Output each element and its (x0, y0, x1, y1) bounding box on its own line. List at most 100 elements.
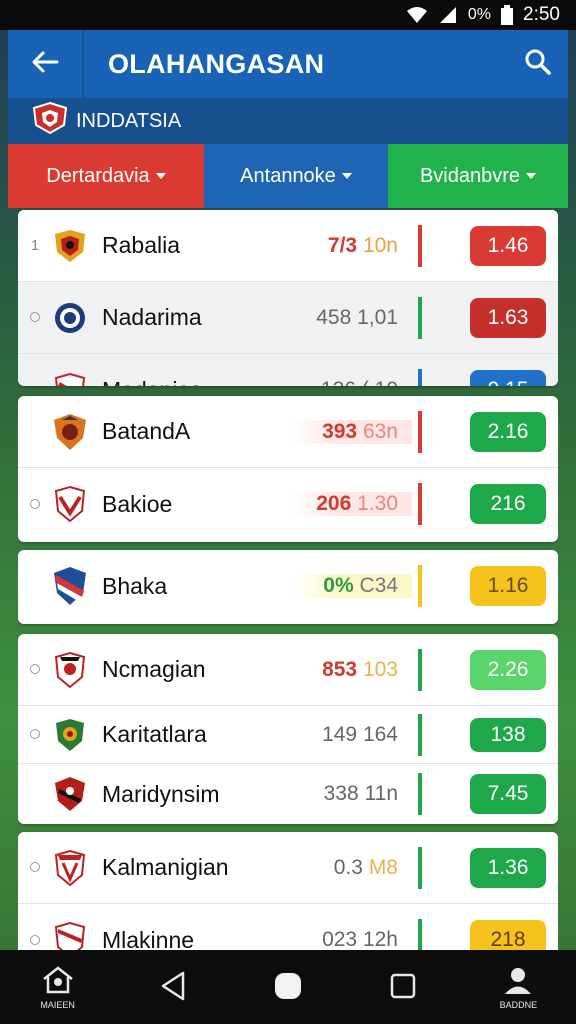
match-row[interactable]: Bakioe 206 1.30 216 (18, 468, 558, 540)
odds-button[interactable]: 138 (470, 717, 546, 752)
match-row[interactable]: Kalmanigian 0.3 M8 1.36 (18, 832, 558, 904)
page-title: OLAHANGASAN (108, 48, 325, 79)
team-name: Kalmanigian (102, 854, 229, 880)
odds-button[interactable]: 2.16 (470, 411, 546, 452)
team-name: Maridynsim (102, 780, 220, 807)
bottom-nav: MAIEEN BADDNE (0, 950, 576, 1024)
status-bar-indicator (418, 483, 422, 525)
match-card: Bhaka 0% C34 1.16 (18, 550, 558, 624)
stat-secondary: 63n (362, 419, 398, 443)
team-name: Ncmagian (102, 656, 206, 682)
league-header[interactable]: INDDATSIA (8, 98, 568, 144)
home-circle-icon (273, 971, 303, 1003)
stat-primary: 7/3 (327, 233, 358, 257)
odds-button[interactable]: 1.46 (470, 225, 546, 266)
radio-indicator (18, 859, 52, 876)
match-list[interactable]: 1 Rabalia 7/3 10n 1.46 Nadarima 458 1,01 (18, 208, 558, 950)
stat-secondary: 164 (362, 722, 398, 746)
team-name: Rabalia (102, 232, 180, 258)
match-stats: 853 103 (292, 658, 412, 682)
odds-button[interactable]: 9.15 (470, 370, 546, 386)
match-rank: 1 (30, 237, 40, 254)
match-stats: 023 12h (292, 928, 412, 950)
match-row[interactable]: Mlakinne 023 12h 218 (18, 904, 558, 950)
chevron-down-icon (341, 173, 352, 179)
filter-dertardavia[interactable]: Dertardavia (8, 144, 204, 208)
odds-button[interactable]: 218 (470, 920, 546, 950)
nav-recents[interactable] (363, 972, 443, 1002)
stat-primary: 206 (316, 492, 352, 515)
nav-home[interactable]: MAIEEN (18, 965, 98, 1010)
profile-icon (503, 965, 533, 997)
radio-indicator (18, 309, 52, 326)
match-row[interactable]: Karitatlara 149 164 138 (18, 706, 558, 764)
nav-profile[interactable]: BADDNE (478, 965, 558, 1010)
team-crest-icon (52, 485, 88, 523)
filter-label: Antannoke (240, 164, 336, 187)
battery-icon (501, 5, 514, 25)
filter-bvidanbvre[interactable]: Bvidanbvre (388, 144, 568, 208)
odds-button[interactable]: 1.36 (470, 847, 546, 888)
arrow-left-icon (31, 50, 59, 79)
match-row[interactable]: Maridynsim 338 11n 7.45 (18, 764, 558, 824)
battery-percent: 0% (467, 6, 492, 23)
stat-secondary: M8 (368, 855, 398, 879)
match-row[interactable]: 1 Rabalia 7/3 10n 1.46 (18, 210, 558, 282)
team-crest-icon (52, 921, 88, 950)
match-stats: 0.3 M8 (292, 856, 412, 880)
match-stats: 0% C34 (292, 574, 412, 598)
team-crest-icon (52, 300, 88, 336)
radio-indicator (18, 496, 52, 513)
stat-primary: 149 (322, 722, 358, 746)
team-crest-icon (52, 849, 88, 886)
filter-antannoke[interactable]: Antannoke (204, 144, 388, 208)
match-stats: 136 (.10 (292, 378, 412, 386)
odds-button[interactable]: 1.63 (470, 297, 546, 338)
team-name: Bakioe (102, 490, 173, 517)
stat-primary: 023 (322, 928, 358, 950)
search-icon (524, 48, 552, 81)
recents-square-icon (389, 972, 417, 1002)
team-crest-icon (52, 228, 88, 264)
search-button[interactable] (508, 48, 568, 81)
status-bar-indicator (418, 296, 422, 339)
nav-home-label: MAIEEN (40, 999, 75, 1010)
team-name: Madanias (102, 377, 292, 387)
stat-primary: 458 (316, 305, 352, 329)
odds-button[interactable]: 1.16 (470, 566, 546, 606)
match-row[interactable]: Bhaka 0% C34 1.16 (18, 550, 558, 622)
match-row[interactable]: Ncmagian 853 103 2.26 (18, 634, 558, 706)
status-bar-indicator (418, 713, 422, 756)
match-card: Ncmagian 853 103 2.26 Karitatlara 149 16… (18, 634, 558, 824)
team-name: Nadarima (102, 304, 202, 330)
filter-label: Dertardavia (46, 164, 150, 187)
status-bar-indicator (418, 773, 422, 815)
match-stats: 206 1.30 (292, 492, 412, 516)
odds-button[interactable]: 2.26 (470, 649, 546, 690)
league-shield-icon (30, 101, 70, 141)
nav-home-circle[interactable] (248, 971, 328, 1003)
match-row[interactable]: BatandA 393 63n 2.16 (18, 396, 558, 468)
stat-primary: 136 (321, 378, 356, 386)
status-bar-indicator (418, 565, 422, 607)
status-bar-indicator (418, 410, 422, 453)
match-row[interactable]: Madanias 136 (.10 9.15 (18, 354, 558, 386)
match-row[interactable]: Nadarima 458 1,01 1.63 (18, 282, 558, 354)
filter-label: Bvidanbvre (419, 164, 521, 187)
odds-button[interactable]: 216 (470, 484, 546, 524)
status-bar-indicator (418, 224, 422, 267)
status-bar: 0% 2:50 (0, 0, 576, 30)
stat-primary: 0% (323, 574, 354, 597)
stat-secondary: 103 (362, 657, 398, 681)
nav-back[interactable] (133, 970, 213, 1004)
team-crest-icon (52, 651, 88, 688)
signal-icon (438, 6, 458, 24)
match-card: BatandA 393 63n 2.16 Bakioe 206 1.30 216 (18, 396, 558, 542)
odds-button[interactable]: 7.45 (470, 774, 546, 814)
team-name: Bhaka (102, 572, 168, 599)
team-crest-icon (52, 413, 88, 450)
stat-secondary: (.10 (362, 378, 398, 386)
back-button[interactable] (8, 30, 84, 98)
status-bar-indicator (418, 919, 422, 950)
status-bar-indicator (418, 369, 422, 386)
